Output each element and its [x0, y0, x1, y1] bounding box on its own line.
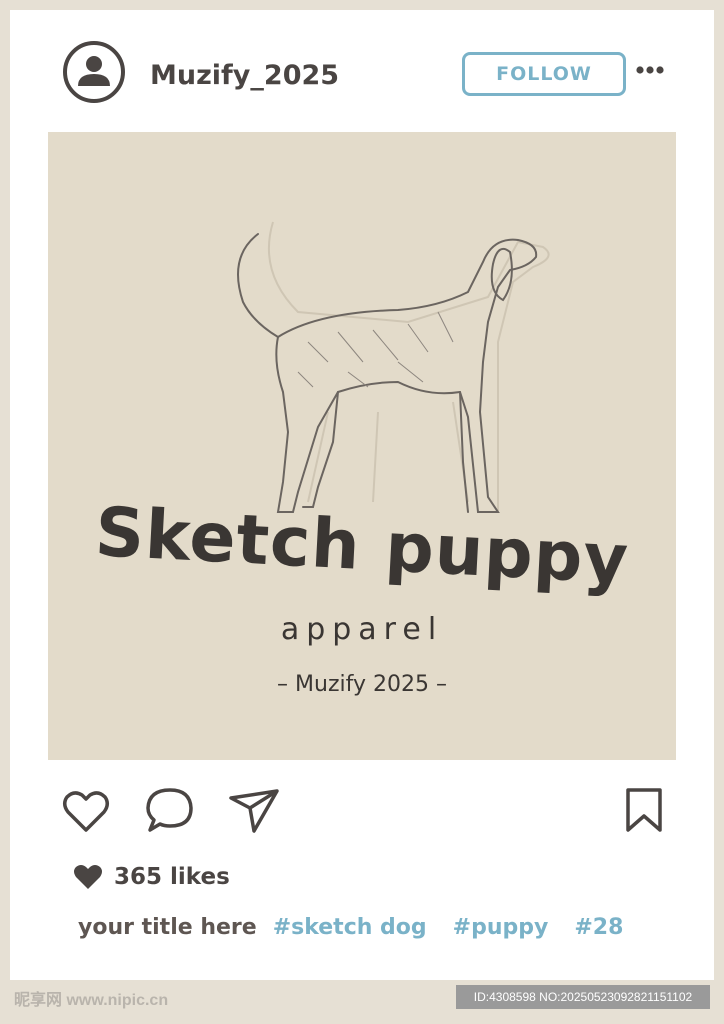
heart-icon[interactable]	[60, 788, 112, 836]
post-image: Sketch puppy apparel – Muzify 2025 –	[48, 132, 676, 760]
hashtag[interactable]: #puppy	[453, 915, 549, 940]
username[interactable]: Muzify_2025	[150, 60, 339, 91]
artwork-subtitle: apparel	[280, 612, 444, 647]
artwork-title: Sketch puppy	[93, 493, 631, 600]
hashtag[interactable]: #sketch dog	[273, 915, 427, 940]
caption-title: your title here	[78, 914, 257, 940]
avatar-icon[interactable]	[62, 40, 126, 104]
follow-button[interactable]: FOLLOW	[462, 52, 626, 96]
share-icon[interactable]	[228, 786, 280, 834]
likes-count[interactable]: 365 likes	[114, 864, 230, 890]
filled-heart-icon	[74, 865, 102, 889]
more-options-icon[interactable]	[635, 62, 665, 78]
site-watermark: 昵享网 www.nipic.cn	[14, 992, 169, 1009]
hashtag[interactable]: #28	[574, 915, 623, 940]
caption-row: your title here #sketch dog #puppy #28	[78, 910, 649, 944]
post-card: Muzify_2025 FOLLOW Sketch puppy apparel …	[10, 10, 714, 980]
dog-sketch-illustration	[237, 221, 550, 513]
bookmark-icon[interactable]	[618, 786, 670, 834]
artwork-brand: – Muzify 2025 –	[277, 672, 447, 697]
image-id-label: ID:4308598 NO:20250523092821151102	[456, 985, 710, 1009]
comment-icon[interactable]	[144, 786, 196, 834]
likes-row: 365 likes	[72, 860, 230, 894]
post-header: Muzify_2025 FOLLOW	[10, 10, 714, 132]
